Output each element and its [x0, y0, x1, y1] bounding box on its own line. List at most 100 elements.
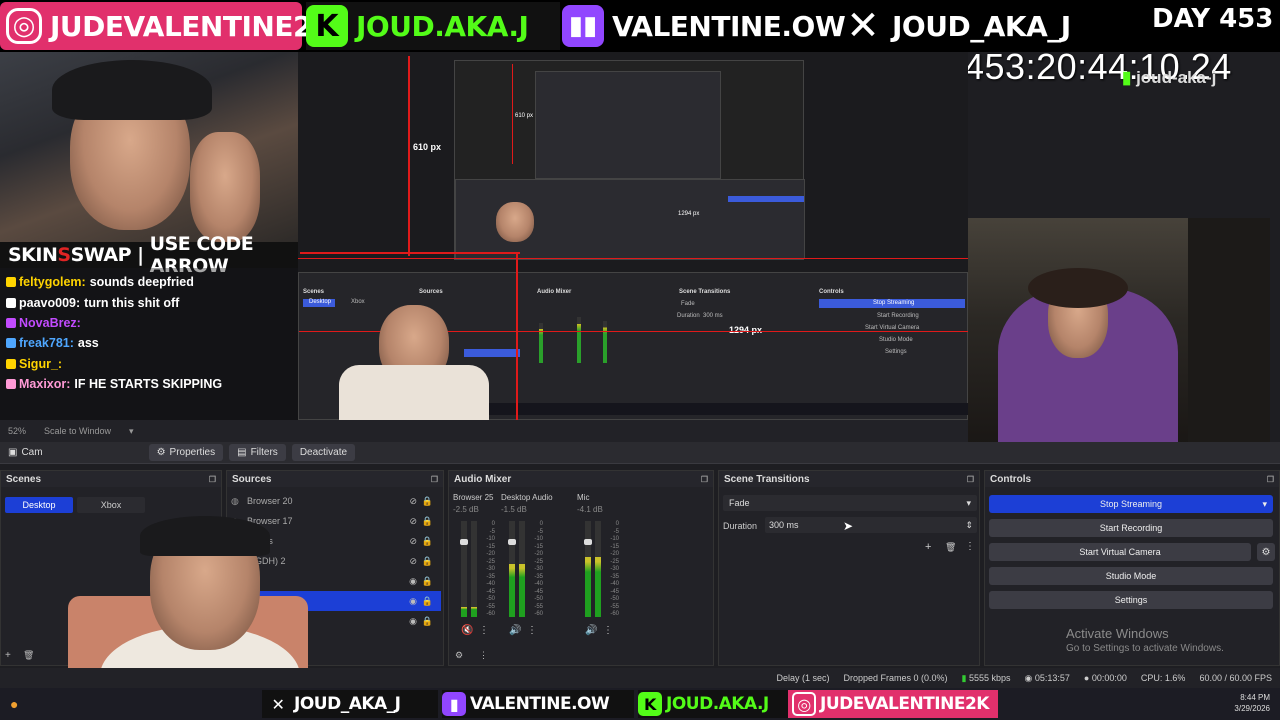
properties-button[interactable]: ⚙ Properties: [148, 444, 224, 461]
more-icon[interactable]: ⋮: [479, 625, 489, 636]
add-scene-icon[interactable]: +: [5, 650, 11, 661]
lock-icon[interactable]: 🔒: [422, 556, 433, 567]
muted-speaker-icon[interactable]: 🔇: [461, 625, 473, 636]
start-virtual-camera-button[interactable]: Start Virtual Camera: [989, 543, 1251, 561]
status-fps: 60.00 / 60.00 FPS: [1199, 673, 1272, 683]
lock-icon[interactable]: 🔒: [422, 496, 433, 507]
kick-handle: JOUD.AKA.J: [356, 9, 529, 43]
meter-tick-label: -10: [610, 536, 619, 542]
more-icon[interactable]: ⋮: [527, 625, 537, 636]
speaker-icon[interactable]: 🔊: [585, 625, 597, 636]
nested-obs-docks: [455, 179, 805, 259]
meter-tick-label: -25: [534, 558, 543, 565]
stop-streaming-button[interactable]: Stop Streaming ▾: [989, 495, 1273, 513]
volume-fader[interactable]: [460, 539, 468, 545]
eye-icon[interactable]: ◉: [409, 596, 417, 607]
more-icon[interactable]: ⋮: [965, 541, 975, 552]
transition-select[interactable]: Fade ▾: [723, 495, 977, 511]
eye-icon[interactable]: ◉: [409, 576, 417, 587]
speaker-icon[interactable]: 🔊: [509, 625, 521, 636]
bitrate-indicator: ▮ 5555 kbps: [961, 672, 1011, 683]
meter-tick-label: -20: [486, 551, 495, 557]
measure-frame-top: [298, 258, 968, 259]
more-icon[interactable]: ⋮: [603, 625, 613, 636]
meter-tick-label: -40: [534, 581, 543, 587]
headset: [140, 516, 270, 556]
eye-hidden-icon[interactable]: ⊘: [409, 536, 417, 547]
trash-icon[interactable]: 🗑: [23, 650, 34, 661]
chevron-down-icon[interactable]: ▾: [1262, 499, 1267, 510]
meter-tick-label: -45: [486, 588, 495, 595]
scene-xbox[interactable]: Xbox: [77, 497, 145, 513]
dock-float-icon[interactable]: ❐: [701, 475, 708, 484]
mixer-channel-db: -4.1 dB: [577, 505, 603, 514]
deactivate-button[interactable]: Deactivate: [291, 444, 356, 461]
kick-icon: K: [306, 5, 348, 47]
eye-hidden-icon[interactable]: ⊘: [409, 496, 417, 507]
scale-mode[interactable]: Scale to Window: [44, 426, 111, 436]
chevron-down-icon[interactable]: ▾: [129, 426, 134, 437]
dock-float-icon[interactable]: ❐: [431, 475, 438, 484]
headset: [52, 60, 212, 120]
source-row[interactable]: ◍ Browser 20 ⊘ 🔒: [231, 491, 441, 511]
meter-tick-label: -50: [534, 596, 543, 602]
gear-icon[interactable]: ⚙: [1257, 543, 1275, 561]
meter-tick-label: -5: [613, 528, 619, 535]
settings-button[interactable]: Settings: [989, 591, 1273, 609]
vu-meter: [585, 521, 591, 617]
trash-icon[interactable]: 🗑: [945, 542, 956, 553]
vu-meter: [509, 521, 515, 617]
bottom-kick-chip: K JOUD.AKA.J: [638, 690, 788, 718]
stepper-icon[interactable]: ⇕: [965, 520, 973, 531]
filters-button[interactable]: ▤ Filters: [229, 444, 286, 461]
x-icon: ✕: [846, 3, 880, 49]
tray-date[interactable]: 3/29/2026: [1234, 703, 1270, 714]
meter-tick-label: -10: [534, 536, 543, 542]
eye-hidden-icon[interactable]: ⊘: [409, 516, 417, 527]
volume-fader[interactable]: [508, 539, 516, 545]
add-transition-icon[interactable]: +: [925, 541, 931, 553]
deactivate-label: Deactivate: [299, 447, 348, 458]
tray-time[interactable]: 8:44 PM: [1234, 692, 1270, 703]
more-icon[interactable]: ⋮: [479, 650, 488, 661]
duration-input[interactable]: 300 ms ⇕: [765, 517, 977, 533]
eye-hidden-icon[interactable]: ⊘: [409, 556, 417, 567]
filter-icon: ▤: [237, 447, 247, 458]
bottom-x-chip: ✕ JOUD_AKA_J: [262, 690, 438, 718]
chat-username: feltygolem:: [19, 275, 86, 290]
lock-icon[interactable]: 🔒: [422, 576, 433, 587]
chat-text: ass: [77, 336, 99, 351]
zoom-level[interactable]: 52%: [8, 426, 26, 436]
lock-icon[interactable]: 🔒: [422, 596, 433, 607]
volume-fader[interactable]: [584, 539, 592, 545]
scene-desktop[interactable]: Desktop: [5, 497, 73, 513]
x-icon: ✕: [271, 694, 285, 714]
meter-tick-label: -35: [486, 573, 495, 580]
measure-line-v: [408, 56, 410, 256]
start-recording-button[interactable]: Start Recording: [989, 519, 1273, 537]
gear-icon[interactable]: ⚙: [455, 650, 463, 661]
dock-float-icon[interactable]: ❐: [209, 475, 216, 484]
dock-float-icon[interactable]: ❐: [1267, 475, 1274, 484]
meter-tick-label: -60: [610, 611, 619, 617]
vu-meter-level: [519, 564, 525, 617]
eye-icon[interactable]: ◉: [409, 616, 417, 627]
meter-tick-label: -45: [610, 588, 619, 595]
lock-icon[interactable]: 🔒: [422, 536, 433, 547]
dock-float-icon[interactable]: ❐: [967, 475, 974, 484]
inner-sources-title: Sources: [419, 289, 443, 295]
chat-message: Sigur_:: [6, 354, 298, 374]
bottom-instagram-handle: JUDEVALENTINE2K: [820, 694, 989, 714]
mixer-channel-db: -2.5 dB: [453, 505, 479, 514]
lock-icon[interactable]: 🔒: [422, 516, 433, 527]
lock-icon[interactable]: 🔒: [422, 616, 433, 627]
measure-line-h-top: [300, 252, 520, 254]
studio-mode-button[interactable]: Studio Mode: [989, 567, 1273, 585]
stop-streaming-label: Stop Streaming: [1099, 499, 1163, 509]
bottom-kick-handle: JOUD.AKA.J: [666, 694, 769, 714]
weather-icon[interactable]: ●: [10, 696, 18, 712]
obs-preview-canvas[interactable]: 610 px 610 px 1294 px Scenes Desktop Xbo…: [298, 52, 968, 420]
chat-badge-icon: [6, 277, 16, 288]
meter-tick-label: -15: [534, 543, 543, 550]
streamer-hand: [190, 132, 260, 242]
